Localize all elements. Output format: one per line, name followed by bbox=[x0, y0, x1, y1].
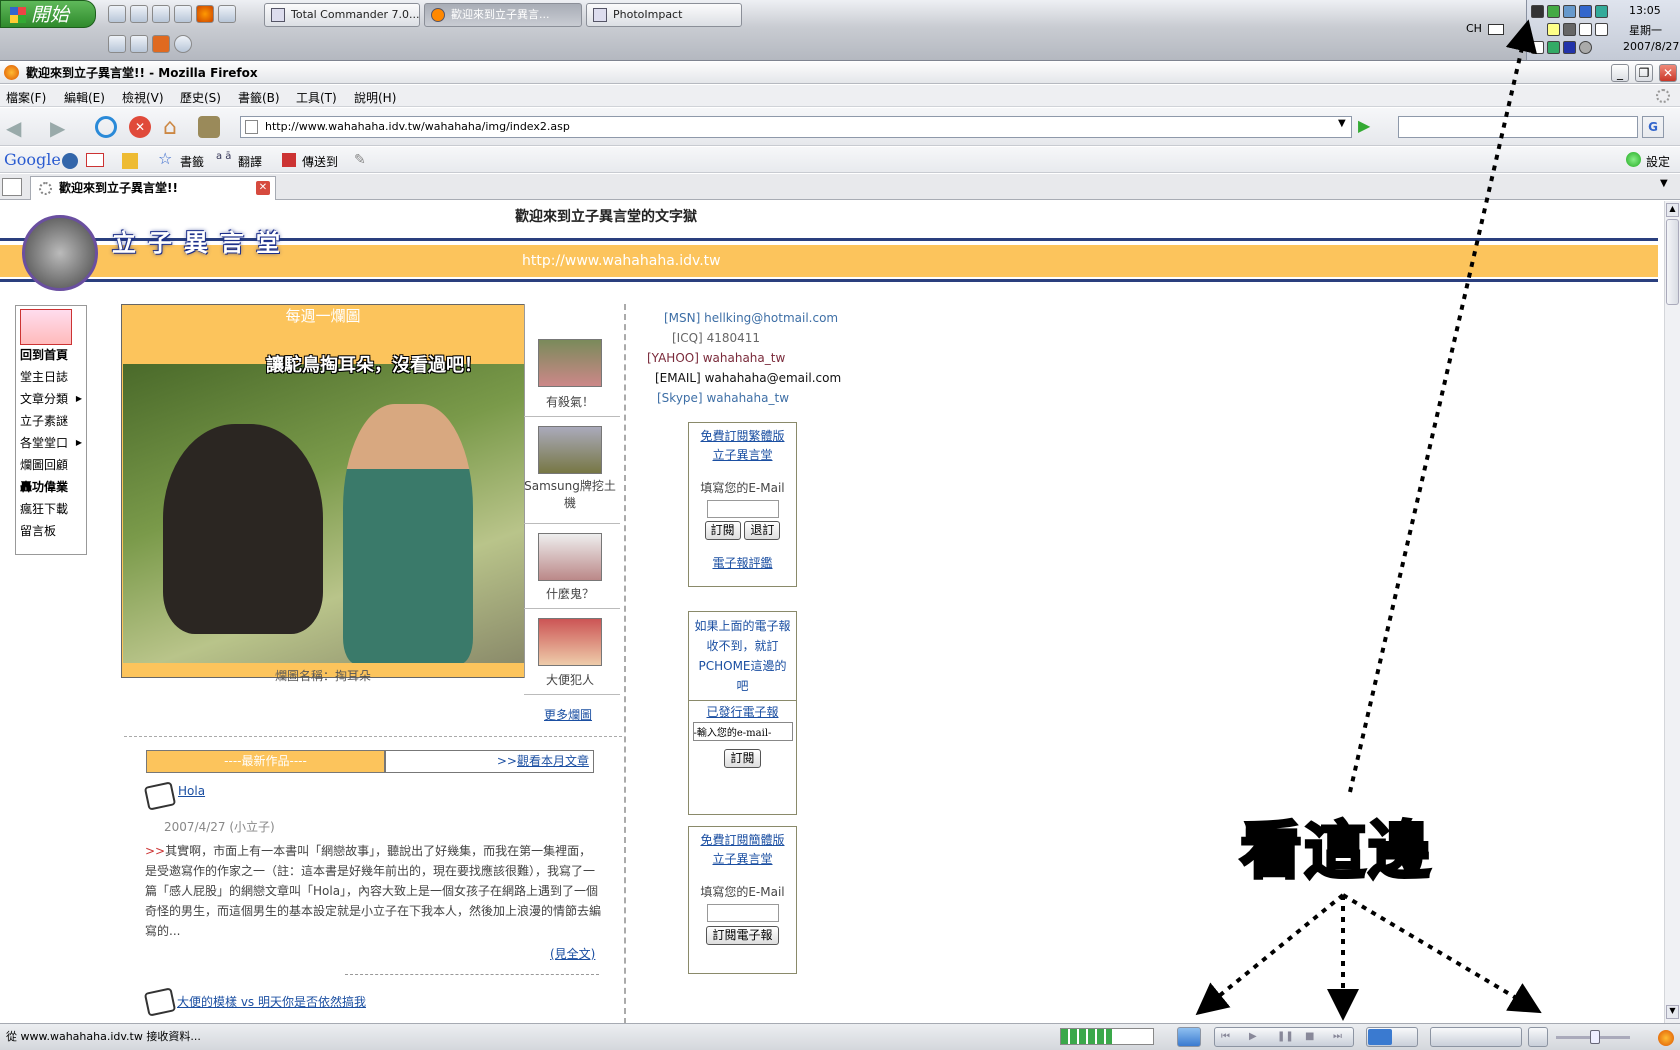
status-bar: 從 www.wahahaha.idv.tw 接收資料... bbox=[0, 1023, 1680, 1050]
player-transport-controls[interactable]: ⏮ ▶ ❚❚ ■ ⏭ bbox=[1214, 1027, 1354, 1047]
next-icon[interactable]: ⏭ bbox=[1333, 1031, 1342, 1042]
volume-icon[interactable] bbox=[1528, 1027, 1548, 1047]
annotation-label: 看這邊 bbox=[1238, 813, 1433, 889]
firefox-status-icon bbox=[1658, 1030, 1674, 1046]
player-note-button[interactable] bbox=[1177, 1027, 1201, 1047]
prev-icon[interactable]: ⏮ bbox=[1221, 1031, 1230, 1042]
player-eject-controls[interactable] bbox=[1430, 1027, 1522, 1047]
arrow-to-player-right bbox=[1341, 893, 1542, 1014]
status-text: 從 www.wahahaha.idv.tw 接收資料... bbox=[6, 1030, 201, 1043]
loading-progress bbox=[1060, 1028, 1154, 1045]
annotation-arrows bbox=[1195, 19, 1542, 1021]
volume-thumb[interactable] bbox=[1590, 1030, 1600, 1044]
note-mode-icon[interactable] bbox=[1368, 1029, 1392, 1045]
loading-progress-fill bbox=[1061, 1029, 1112, 1044]
play-icon[interactable]: ▶ bbox=[1249, 1031, 1257, 1042]
player-mode-controls[interactable] bbox=[1366, 1027, 1418, 1047]
arrow-to-player-left bbox=[1195, 893, 1345, 1016]
pause-icon[interactable]: ❚❚ bbox=[1277, 1031, 1294, 1042]
arrow-to-tray bbox=[1348, 19, 1537, 793]
volume-slider[interactable] bbox=[1556, 1030, 1630, 1044]
stop-icon[interactable]: ■ bbox=[1305, 1031, 1314, 1042]
